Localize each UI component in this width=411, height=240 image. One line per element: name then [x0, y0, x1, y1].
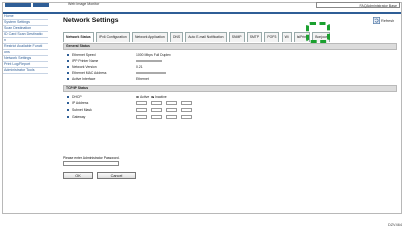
ip-octet-1-input[interactable] [136, 101, 147, 105]
gateway-octet-2-input[interactable] [151, 115, 162, 119]
figure-code: DZV464 [388, 223, 402, 227]
ok-button[interactable]: OK [63, 172, 93, 179]
gateway-octet-3-input[interactable] [166, 115, 177, 119]
subnet-octet-1-input[interactable] [136, 108, 147, 112]
bullet-icon [67, 66, 69, 68]
tab-network-application[interactable]: Network Application [131, 32, 168, 42]
gateway-octet-1-input[interactable] [136, 115, 147, 119]
bullet-icon [67, 78, 69, 80]
status-row-active-interface: Active Interface Ethernet [63, 76, 397, 82]
tab-ipv6-configuration[interactable]: IPv6 Configuration [95, 32, 130, 42]
bullet-icon [67, 109, 69, 111]
field-label: Active Interface [72, 77, 96, 81]
tab-bar: Network Status IPv6 Configuration Networ… [63, 32, 332, 42]
highlight-callout [306, 22, 330, 43]
dhcp-inactive-radio[interactable] [151, 95, 154, 99]
bullet-icon [67, 116, 69, 118]
dhcp-active-radio[interactable] [136, 95, 139, 99]
password-label: Please enter Administrator Password. [63, 156, 120, 160]
cancel-button[interactable]: Cancel [97, 172, 136, 179]
refresh-label[interactable]: Refresh [381, 19, 394, 23]
ip-address-row: IP Address [63, 100, 397, 107]
bullet-icon [67, 60, 69, 62]
password-input[interactable] [63, 161, 119, 166]
bullet-icon [67, 102, 69, 104]
tab-snmp[interactable]: SNMP [228, 32, 245, 42]
ip-octet-4-input[interactable] [181, 101, 192, 105]
status-panel: General Status Ethernet Speed 1000 Mbps … [63, 43, 397, 121]
tab-wireless[interactable]: Wi [281, 32, 292, 42]
tab-smtp[interactable]: SMTP [246, 32, 263, 42]
refresh-icon[interactable] [373, 17, 380, 24]
bullet-icon [67, 54, 69, 56]
subnet-mask-label: Subnet Mask [72, 108, 92, 112]
brand-logo-secondary [33, 3, 49, 7]
tab-dns[interactable]: DNS [169, 32, 184, 42]
header-divider [3, 12, 401, 14]
sidebar-item-administrator-tools[interactable]: Administrator Tools [3, 68, 48, 74]
subnet-mask-row: Subnet Mask [63, 107, 397, 114]
gateway-row: Gateway [63, 114, 397, 121]
ip-octet-3-input[interactable] [166, 101, 177, 105]
bullet-icon [67, 72, 69, 74]
tab-network-status[interactable]: Network Status [63, 32, 94, 42]
tcpip-status-header: TCP/IP Status [63, 85, 397, 92]
subnet-octet-3-input[interactable] [166, 108, 177, 112]
ip-address-label: IP Address [72, 101, 89, 105]
page-title: Network Settings [63, 17, 119, 24]
subnet-octet-2-input[interactable] [151, 108, 162, 112]
gateway-octet-4-input[interactable] [181, 115, 192, 119]
app-title: Web Image Monitor [68, 2, 100, 6]
tab-pop3[interactable]: POP3 [264, 32, 280, 42]
tab-auto-email-notification[interactable]: Auto E-mail Notification [185, 32, 227, 42]
bullet-icon [67, 96, 69, 98]
general-status-header: General Status [63, 43, 397, 50]
brand-logo [5, 3, 31, 7]
sidebar: Home System Settings Scan Destination ID… [3, 14, 48, 74]
ip-octet-2-input[interactable] [151, 101, 162, 105]
user-id-box[interactable]: FAQAdministrator Base [316, 2, 400, 8]
gateway-label: Gateway [72, 115, 86, 119]
subnet-octet-4-input[interactable] [181, 108, 192, 112]
field-value: Ethernet [136, 77, 149, 81]
